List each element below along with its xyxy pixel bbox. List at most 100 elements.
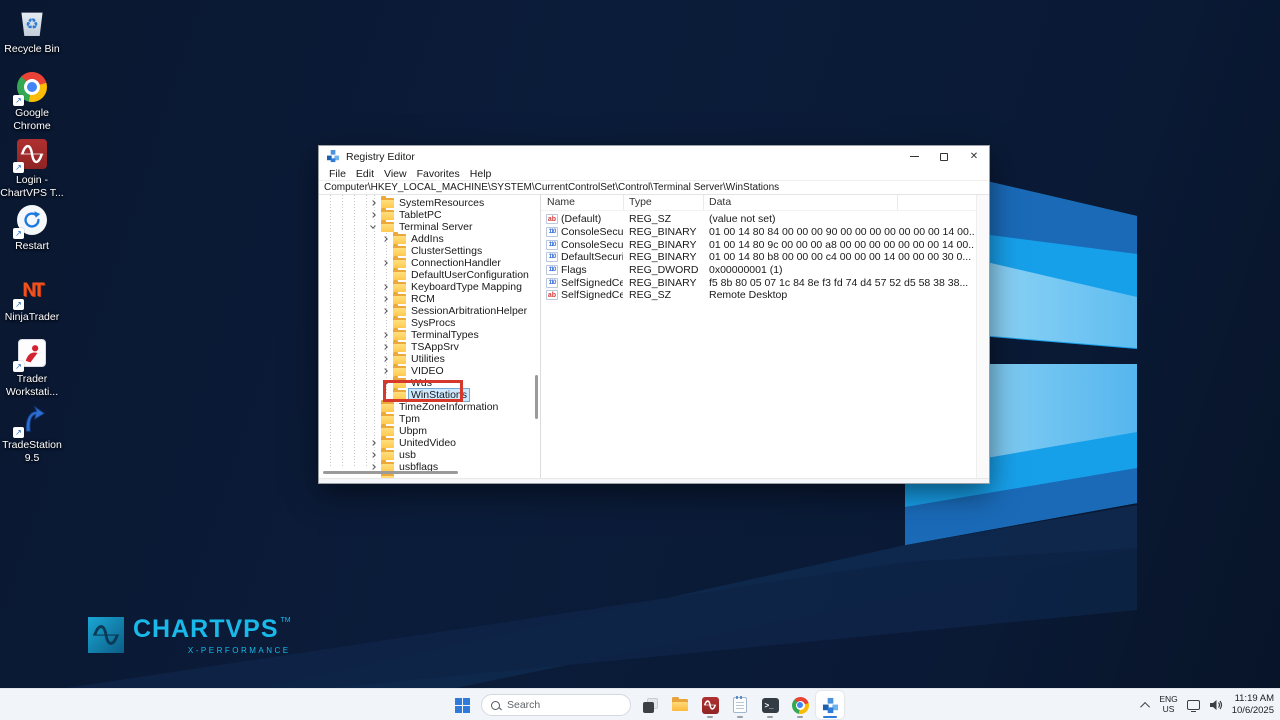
expand-chevron-icon[interactable]: [369, 222, 379, 232]
menu-item[interactable]: Edit: [351, 168, 379, 180]
tree-horizontal-scrollbar[interactable]: [323, 471, 458, 474]
desktop-icon-login-chartvps[interactable]: ↗ Login - ChartVPS T...: [0, 137, 64, 199]
search-icon: [491, 701, 500, 710]
desktop-icon-restart[interactable]: ↗ Restart: [0, 203, 64, 253]
expand-chevron-icon[interactable]: [369, 414, 379, 424]
expand-chevron-icon[interactable]: [381, 306, 391, 316]
folder-icon: [381, 450, 394, 460]
expand-chevron-icon[interactable]: [381, 234, 391, 244]
registry-values-pane[interactable]: Name Type Data (Default) REG_SZ (value n…: [541, 195, 989, 478]
tree-item[interactable]: SessionArbitrationHelper: [319, 305, 540, 317]
tree-item[interactable]: Ubpm: [319, 425, 540, 437]
menu-item[interactable]: Help: [465, 168, 497, 180]
minimize-button[interactable]: [899, 146, 929, 167]
tree-vertical-scrollbar[interactable]: [535, 375, 538, 419]
menu-item[interactable]: File: [324, 168, 351, 180]
desktop-icon-google-chrome[interactable]: ↗ Google Chrome: [0, 70, 64, 132]
registry-value-row[interactable]: (Default) REG_SZ (value not set): [541, 213, 975, 226]
expand-chevron-icon[interactable]: [381, 270, 391, 280]
tree-item[interactable]: TSAppSrv: [319, 341, 540, 353]
registry-value-row[interactable]: SelfSignedCertSt... REG_SZ Remote Deskto…: [541, 289, 975, 302]
desktop-icon-label: Google Chrome: [13, 107, 50, 132]
task-view-icon: [643, 698, 658, 713]
expand-chevron-icon[interactable]: [369, 474, 379, 478]
expand-chevron-icon[interactable]: [381, 318, 391, 328]
tree-item[interactable]: RCM: [319, 293, 540, 305]
menu-item[interactable]: Favorites: [412, 168, 465, 180]
network-icon[interactable]: [1187, 700, 1200, 710]
folder-icon: [393, 318, 406, 328]
desktop-icon-trader-workstation[interactable]: ↗ Trader Workstati...: [0, 336, 64, 398]
volume-icon[interactable]: [1209, 699, 1223, 711]
address-bar[interactable]: Computer\HKEY_LOCAL_MACHINE\SYSTEM\Curre…: [319, 181, 989, 195]
expand-chevron-icon[interactable]: [369, 198, 379, 208]
tree-item[interactable]: TerminalTypes: [319, 329, 540, 341]
registry-value-row[interactable]: SelfSignedCertifi... REG_BINARY f5 8b 80…: [541, 276, 975, 289]
registry-editor-button[interactable]: [816, 691, 844, 719]
expand-chevron-icon[interactable]: [381, 366, 391, 376]
registry-value-row[interactable]: ConsoleSecurity... REG_BINARY 01 00 14 8…: [541, 238, 975, 251]
column-divider[interactable]: [703, 195, 704, 210]
value-type-icon: [546, 240, 558, 250]
registry-value-row[interactable]: ConsoleSecurity REG_BINARY 01 00 14 80 8…: [541, 226, 975, 239]
registry-tree-pane[interactable]: SystemResources TabletPC Terminal Server: [319, 195, 541, 478]
tree-item[interactable]: ClusterSettings: [319, 245, 540, 257]
chartvps-app-button[interactable]: [696, 691, 724, 719]
file-explorer-button[interactable]: [666, 691, 694, 719]
column-header-type[interactable]: Type: [623, 195, 703, 210]
tree-item[interactable]: usb: [319, 449, 540, 461]
column-divider[interactable]: [623, 195, 624, 210]
titlebar[interactable]: Registry Editor ✕: [319, 146, 989, 167]
hidden-icons-chevron[interactable]: [1140, 701, 1150, 711]
expand-chevron-icon[interactable]: [381, 354, 391, 364]
maximize-button[interactable]: [929, 146, 959, 167]
expand-chevron-icon[interactable]: [381, 294, 391, 304]
tree-item[interactable]: SysProcs: [319, 317, 540, 329]
tree-item[interactable]: TimeZoneInformation: [319, 401, 540, 413]
task-view-button[interactable]: [636, 691, 664, 719]
tree-item[interactable]: ConnectionHandler: [319, 257, 540, 269]
tree-item[interactable]: SystemResources: [319, 197, 540, 209]
column-divider[interactable]: [897, 195, 898, 210]
registry-value-row[interactable]: Flags REG_DWORD 0x00000001 (1): [541, 264, 975, 277]
tree-item[interactable]: VIDEO: [319, 365, 540, 377]
tree-item[interactable]: UnitedVideo: [319, 437, 540, 449]
desktop-icon-tradestation[interactable]: ↗ TradeStation 9.5: [0, 402, 64, 464]
expand-chevron-icon[interactable]: [381, 282, 391, 292]
expand-chevron-icon[interactable]: [381, 330, 391, 340]
language-indicator[interactable]: ENG US: [1159, 695, 1177, 715]
expand-chevron-icon[interactable]: [381, 258, 391, 268]
expand-chevron-icon[interactable]: [369, 438, 379, 448]
expand-chevron-icon[interactable]: [381, 342, 391, 352]
tree-item[interactable]: Tpm: [319, 413, 540, 425]
expand-chevron-icon[interactable]: [381, 246, 391, 256]
notepad-button[interactable]: [726, 691, 754, 719]
expand-chevron-icon[interactable]: [369, 210, 379, 220]
registry-value-row[interactable]: DefaultSecurity REG_BINARY 01 00 14 80 b…: [541, 251, 975, 264]
desktop-icon-recycle-bin[interactable]: ♻ Recycle Bin: [0, 6, 64, 56]
expand-chevron-icon[interactable]: [369, 402, 379, 412]
menu-item[interactable]: View: [379, 168, 412, 180]
column-header-name[interactable]: Name: [541, 195, 623, 210]
tree-item[interactable]: AddIns: [319, 233, 540, 245]
start-button[interactable]: [448, 691, 476, 719]
expand-chevron-icon[interactable]: [369, 426, 379, 436]
expand-chevron-icon[interactable]: [369, 450, 379, 460]
column-header-data[interactable]: Data: [703, 195, 989, 210]
folder-icon: [381, 426, 394, 436]
tree-item[interactable]: Utilities: [319, 353, 540, 365]
tree-item[interactable]: DefaultUserConfiguration: [319, 269, 540, 281]
regedit-icon: [822, 697, 839, 714]
taskbar-clock[interactable]: 11:19 AM 10/6/2025: [1232, 693, 1274, 718]
values-vertical-scrollbar[interactable]: [976, 195, 989, 478]
close-button[interactable]: ✕: [959, 146, 989, 167]
terminal-button[interactable]: >_: [756, 691, 784, 719]
tree-item[interactable]: TabletPC: [319, 209, 540, 221]
taskbar-search[interactable]: Search: [481, 694, 631, 716]
tree-item[interactable]: Terminal Server: [319, 221, 540, 233]
tree-item[interactable]: KeyboardType Mapping: [319, 281, 540, 293]
chrome-button[interactable]: [786, 691, 814, 719]
shortcut-arrow-icon: ↗: [13, 361, 24, 372]
desktop-icon-ninjatrader[interactable]: NT ↗ NinjaTrader: [0, 274, 64, 324]
desktop-icon-label: NinjaTrader: [5, 311, 59, 324]
